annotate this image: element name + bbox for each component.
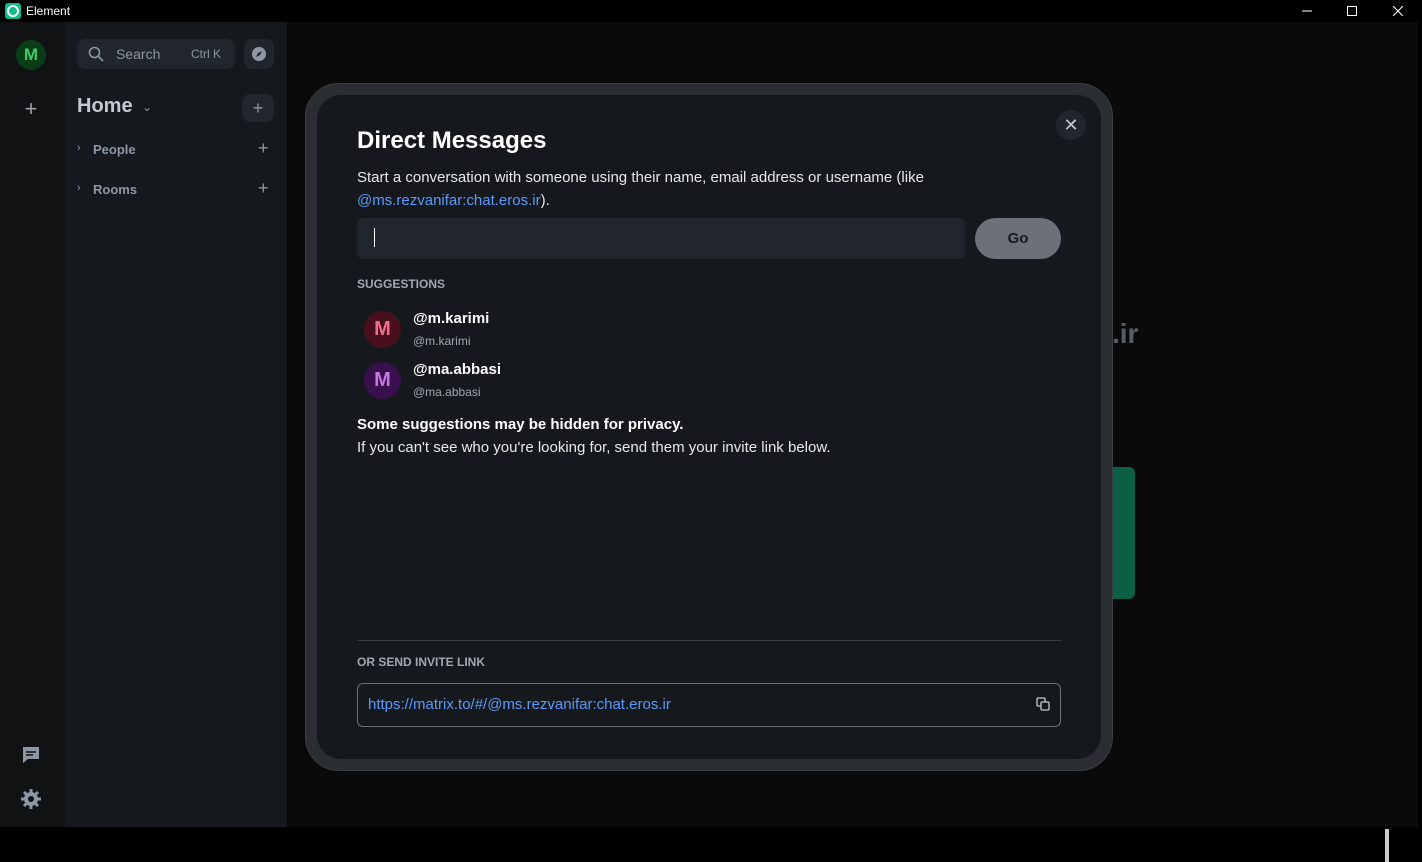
create-space-button[interactable]: + — [20, 96, 42, 121]
suggestion-item[interactable]: M @m.karimi @m.karimi — [364, 310, 664, 353]
invite-search-input[interactable] — [357, 218, 965, 259]
add-room-button[interactable]: + — [258, 178, 269, 199]
go-button[interactable]: Go — [975, 218, 1061, 259]
taskbar-marker — [1385, 829, 1389, 862]
home-title[interactable]: Home — [77, 95, 133, 118]
background-welcome-text: .ir — [1112, 318, 1139, 349]
chevron-right-icon: › — [77, 182, 81, 194]
privacy-text: If you can't see who you're looking for,… — [357, 439, 831, 456]
copy-icon[interactable] — [1035, 696, 1051, 712]
avatar: M — [364, 311, 401, 348]
divider — [357, 640, 1061, 641]
suggestion-item[interactable]: M @ma.abbasi @ma.abbasi — [364, 361, 664, 404]
space-bar: M + — [0, 22, 65, 827]
threads-icon[interactable] — [20, 744, 42, 766]
section-rooms[interactable]: › Rooms + — [77, 178, 277, 200]
taskbar — [0, 827, 1422, 862]
invite-link-box[interactable]: https://matrix.to/#/@ms.rezvanifar:chat.… — [357, 683, 1061, 727]
window-title: Element — [26, 4, 71, 18]
window-edge — [1418, 22, 1422, 827]
invite-link-header: OR SEND INVITE LINK — [357, 655, 486, 669]
suggestions-header: SUGGESTIONS — [357, 277, 446, 291]
element-logo-icon — [5, 3, 21, 19]
window-titlebar: Element — [0, 0, 1422, 22]
description-prefix: Start a conversation with someone using … — [357, 169, 924, 186]
minimize-button[interactable] — [1284, 0, 1330, 22]
search-icon — [88, 46, 104, 62]
maximize-icon — [1347, 6, 1357, 16]
add-people-button[interactable]: + — [258, 138, 269, 159]
section-people[interactable]: › People + — [77, 138, 277, 160]
explore-rooms-button[interactable] — [244, 39, 274, 69]
dialog-close-button[interactable]: ✕ — [1056, 110, 1086, 140]
chevron-right-icon: › — [77, 142, 81, 154]
maximize-button[interactable] — [1329, 0, 1375, 22]
privacy-heading: Some suggestions may be hidden for priva… — [357, 416, 684, 433]
search-label: Search — [116, 46, 161, 62]
minimize-icon — [1302, 10, 1312, 12]
search-shortcut: Ctrl K — [191, 47, 221, 61]
settings-gear-icon[interactable] — [20, 788, 42, 810]
chevron-down-icon[interactable]: ⌄ — [142, 100, 152, 114]
suggestion-id: @m.karimi — [413, 334, 471, 348]
dialog-description: Start a conversation with someone using … — [357, 166, 977, 212]
suggestion-id: @ma.abbasi — [413, 385, 481, 399]
dialog-title: Direct Messages — [357, 127, 547, 154]
avatar: M — [364, 362, 401, 399]
section-label: People — [93, 142, 136, 157]
user-avatar[interactable]: M — [16, 40, 46, 70]
search-button[interactable]: Search Ctrl K — [77, 39, 235, 69]
room-list-panel: Search Ctrl K Home ⌄ + › People + › Room… — [65, 22, 287, 827]
home-add-button[interactable]: + — [242, 94, 274, 122]
suggestion-name: @ma.abbasi — [413, 361, 501, 378]
suggestion-name: @m.karimi — [413, 310, 490, 327]
close-icon — [1393, 6, 1403, 16]
close-window-button[interactable] — [1375, 0, 1421, 22]
description-suffix: ). — [540, 192, 550, 209]
invite-link[interactable]: https://matrix.to/#/@ms.rezvanifar:chat.… — [368, 696, 671, 713]
text-caret — [374, 228, 375, 247]
compass-icon — [252, 47, 266, 61]
example-username-link[interactable]: @ms.rezvanifar:chat.eros.ir — [357, 192, 541, 209]
section-label: Rooms — [93, 182, 138, 197]
